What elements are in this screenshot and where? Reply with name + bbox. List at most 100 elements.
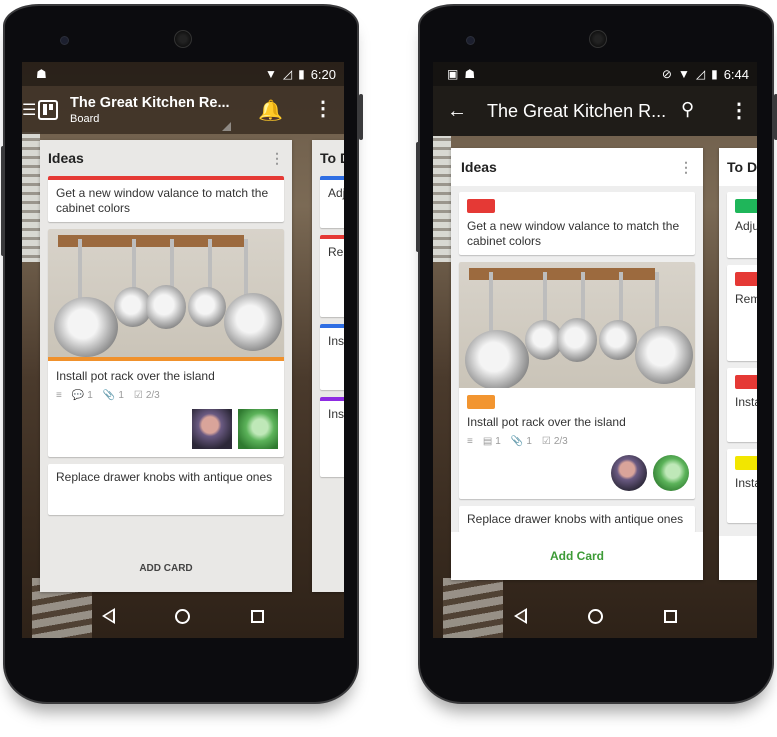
overflow-menu-icon[interactable]: ⋮	[313, 96, 333, 121]
battery-charging-icon: ▮	[298, 67, 305, 81]
notifications-bell-icon[interactable]: 🔔	[258, 98, 283, 123]
drawer-menu-icon[interactable]: ☰	[22, 100, 36, 120]
card-title: Inst	[328, 407, 344, 421]
list-ideas: Ideas ⋮ Get a new window valance to matc…	[40, 140, 292, 592]
nav-back-icon[interactable]	[513, 608, 527, 624]
system-nav-bar	[433, 594, 757, 638]
image-icon: ▣	[447, 67, 459, 81]
android-icon: ☗	[36, 67, 47, 81]
card[interactable]: Rem	[727, 265, 757, 361]
card-cover-image	[459, 262, 695, 388]
avatar[interactable]	[653, 455, 689, 491]
card-title: Adju	[735, 219, 757, 233]
stage: ☗ ▼ ◿ ▮ 6:20 ☰ The Great Kitchen Re... B…	[0, 0, 777, 737]
list-to-do: To D Adju Rem Insta Insta	[719, 148, 757, 580]
comment-count: 1	[87, 390, 93, 401]
card[interactable]: Adju	[320, 176, 344, 228]
card[interactable]: Inst	[320, 324, 344, 390]
signal-icon: ◿	[695, 67, 706, 81]
card-title: Get a new window valance to match the ca…	[467, 219, 680, 248]
card-title: Insta	[735, 476, 757, 490]
list-title: To D	[320, 150, 344, 166]
card-title: Rem	[735, 292, 757, 306]
nav-recents-icon[interactable]	[250, 609, 264, 623]
nav-back-icon[interactable]	[102, 608, 116, 624]
card[interactable]: Get a new window valance to match the ca…	[459, 192, 695, 255]
card-title: Install pot rack over the island	[56, 369, 215, 383]
description-icon: ≡	[467, 436, 473, 447]
card[interactable]: Insta	[727, 449, 757, 523]
card-label	[467, 199, 495, 213]
do-not-disturb-icon: ⊘	[661, 67, 672, 81]
avatar[interactable]	[192, 409, 232, 449]
clock: 6:20	[310, 66, 336, 82]
card[interactable]: Install pot rack over the island ≡ 💬 1 📎 1…	[48, 229, 284, 457]
card-badges: ≡ 💬 1 📎 1 ☑ 2/3	[48, 390, 284, 405]
board-switcher[interactable]: The Great Kitchen Re... Board	[70, 95, 230, 125]
volume-button	[1, 146, 5, 256]
card-badges: ≡ ▤ 1 📎 1 ☑ 2/3	[459, 436, 695, 451]
attachment-icon: 📎	[102, 390, 116, 401]
volume-button	[416, 142, 420, 252]
search-icon[interactable]: ⚲	[681, 99, 694, 120]
card[interactable]: Replace drawer knobs with antique ones	[48, 464, 284, 515]
board-subtitle: Board	[70, 113, 100, 125]
comment-count: 1	[495, 436, 501, 447]
card[interactable]: Install pot rack over the island ≡ ▤ 1 📎 1…	[459, 262, 695, 499]
board-title: The Great Kitchen R...	[487, 100, 667, 121]
comment-icon: ▤	[482, 436, 493, 447]
phone-left: ☗ ▼ ◿ ▮ 6:20 ☰ The Great Kitchen Re... B…	[1, 4, 363, 704]
card-title: Adju	[328, 186, 344, 200]
nav-recents-icon[interactable]	[663, 609, 677, 623]
card[interactable]: Insta	[727, 368, 757, 442]
board-title: The Great Kitchen Re...	[70, 95, 230, 111]
overflow-menu-icon[interactable]: ⋮	[729, 98, 749, 123]
card-title: Insta	[735, 395, 757, 409]
system-nav-bar	[22, 594, 344, 638]
card[interactable]: Get a new window valance to match the ca…	[48, 176, 284, 222]
board-icon	[38, 100, 58, 120]
screen: ☗ ▼ ◿ ▮ 6:20 ☰ The Great Kitchen Re... B…	[22, 62, 344, 638]
card-title: Inst	[328, 334, 344, 348]
nav-home-icon[interactable]	[587, 608, 603, 624]
screen: ▣ ☗ ⊘ ▼ ◿ ▮ 6:44 ← The Great Kitchen R..…	[433, 62, 757, 638]
wifi-icon: ▼	[677, 67, 690, 81]
signal-icon: ◿	[282, 67, 293, 81]
card[interactable]: Replace drawer knobs with antique ones	[459, 506, 695, 533]
front-camera	[466, 36, 475, 45]
card[interactable]: Rem	[320, 235, 344, 317]
add-card-button[interactable]: ADD CARD	[40, 544, 292, 592]
earpiece-speaker	[589, 30, 607, 48]
clock: 6:44	[723, 66, 749, 82]
back-arrow-icon[interactable]: ←	[447, 100, 467, 123]
card[interactable]: Adju	[727, 192, 757, 258]
card-title: Replace drawer knobs with antique ones	[56, 470, 273, 484]
earpiece-speaker	[174, 30, 192, 48]
list-menu-icon[interactable]: ⋮	[679, 159, 693, 176]
app-bar: ← The Great Kitchen R... ⚲ ⋮	[433, 86, 757, 136]
comment-icon: 💬	[71, 390, 85, 401]
list-ideas: Ideas ⋮ Get a new window valance to matc…	[451, 148, 703, 580]
wifi-icon: ▼	[264, 67, 277, 81]
nav-home-icon[interactable]	[175, 608, 191, 624]
list-to-do: To D Adju Rem Inst Inst	[312, 140, 344, 592]
attachment-count: 1	[526, 436, 532, 447]
card-label	[467, 395, 495, 409]
avatar[interactable]	[611, 455, 647, 491]
list-menu-icon[interactable]: ⋮	[270, 150, 284, 167]
status-bar: ▣ ☗ ⊘ ▼ ◿ ▮ 6:44	[433, 62, 757, 86]
dropdown-indicator-icon	[222, 122, 231, 131]
card-title: Get a new window valance to match the ca…	[56, 186, 269, 215]
front-camera	[60, 36, 69, 45]
battery-charging-icon: ▮	[711, 67, 718, 81]
card[interactable]: Inst	[320, 397, 344, 477]
checklist-progress: 2/3	[553, 436, 568, 447]
list-title: Ideas	[48, 150, 84, 166]
checklist-icon: ☑	[541, 436, 551, 447]
add-card-button[interactable]: Add Card	[451, 532, 703, 580]
description-icon: ≡	[56, 390, 62, 401]
avatar[interactable]	[238, 409, 278, 449]
status-bar: ☗ ▼ ◿ ▮ 6:20	[22, 62, 344, 86]
app-bar: ☰ The Great Kitchen Re... Board 🔔 ⋮	[22, 86, 344, 134]
checklist-progress: 2/3	[145, 390, 160, 401]
